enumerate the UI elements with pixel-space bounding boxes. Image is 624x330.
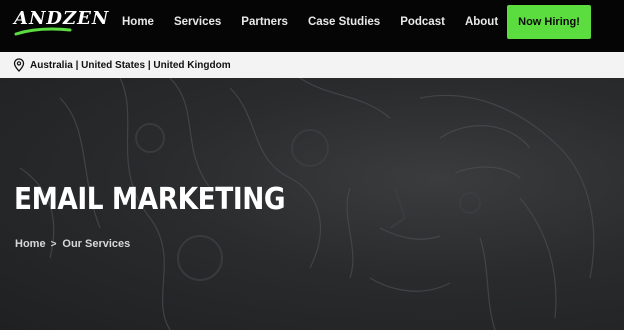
breadcrumb-separator: > [50,238,57,250]
location-list: Australia | United States | United Kingd… [30,59,231,71]
now-hiring-button[interactable]: Now Hiring! [507,5,591,39]
nav-partners[interactable]: Partners [241,16,288,28]
nav-podcast[interactable]: Podcast [400,16,445,28]
nav-services[interactable]: Services [174,16,221,28]
location-bar: Australia | United States | United Kingd… [0,52,624,78]
logo-swoosh-icon [14,27,72,36]
andzen-logo[interactable]: ANDZEN [14,8,108,38]
map-pin-icon [13,58,25,72]
nav-about[interactable]: About [465,16,498,28]
nav-case-studies[interactable]: Case Studies [308,16,380,28]
hero-banner: EMAIL MARKETING Home > Our Services [0,78,624,330]
breadcrumb: Home > Our Services [15,238,130,250]
nav-home[interactable]: Home [122,16,154,28]
main-nav: Home Services Partners Case Studies Podc… [112,0,508,44]
site-header: ANDZEN Home Services Partners Case Studi… [0,0,624,52]
breadcrumb-home[interactable]: Home [15,238,46,250]
page-title: EMAIL MARKETING [14,182,286,217]
breadcrumb-current: Our Services [62,238,131,250]
